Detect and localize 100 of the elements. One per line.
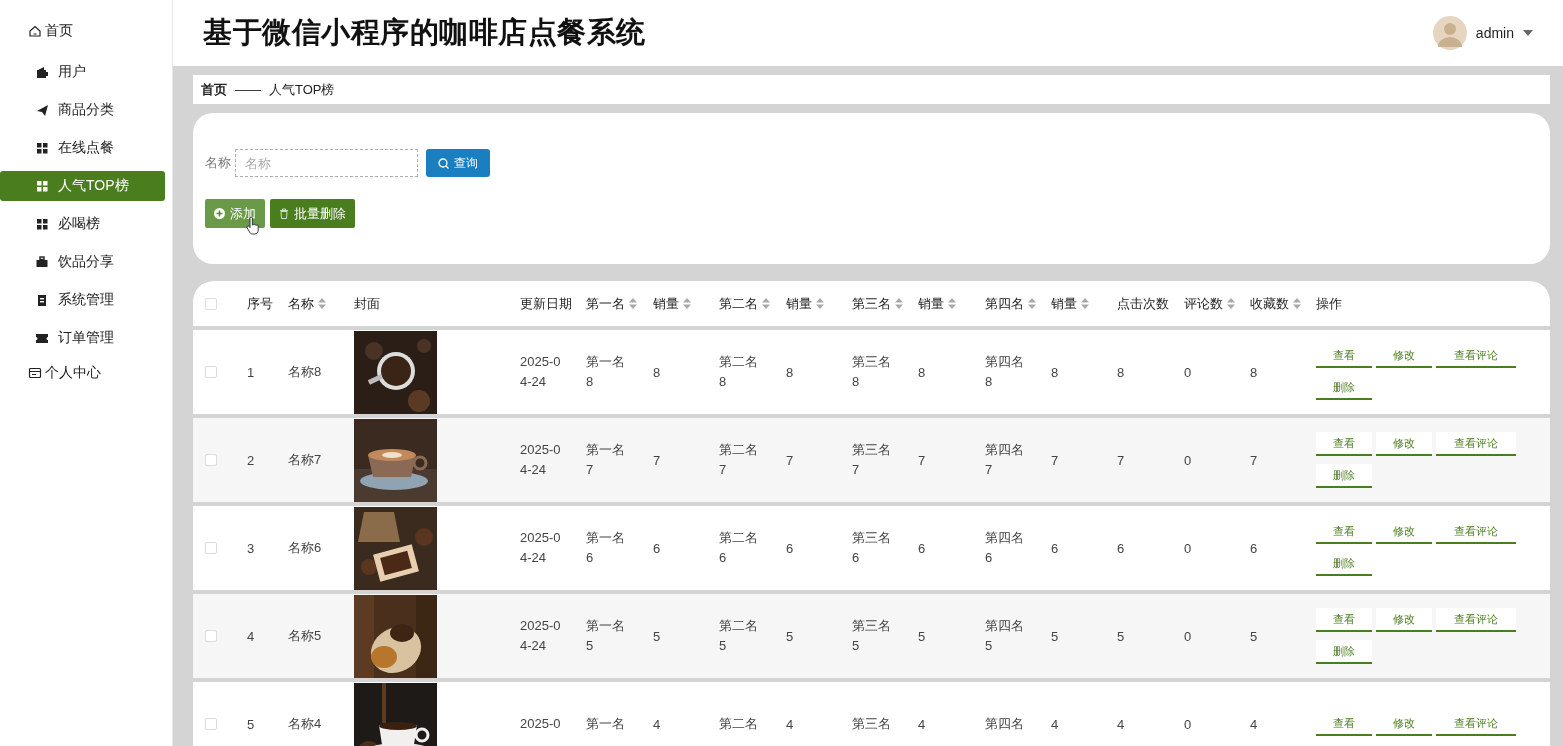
table-cell: 名称8 <box>288 363 322 381</box>
table-cell-text: 第二名 <box>719 715 759 733</box>
column-header[interactable]: 收藏数 <box>1250 294 1301 313</box>
table-cell: 0 <box>1184 716 1192 732</box>
table-cell: 5 <box>786 628 794 644</box>
sort-icon <box>1293 298 1301 309</box>
table-cell: 6 <box>653 540 661 556</box>
table-cell-text: 2025-0 <box>520 715 562 733</box>
sidebar-item[interactable]: 首页 <box>0 19 172 43</box>
ticket-icon <box>36 331 48 345</box>
view-comments-button[interactable]: 查看评论 <box>1436 608 1516 632</box>
table-cell-text: 第四名 <box>985 715 1025 733</box>
table-cell-text: 第三名5 <box>852 617 892 655</box>
grid-icon <box>36 179 48 193</box>
table-cell: 6 <box>1051 540 1059 556</box>
column-header: 点击次数 <box>1117 294 1169 313</box>
table-cell: 名称5 <box>288 627 322 645</box>
table-cell-text: 第二名7 <box>719 441 759 479</box>
sidebar-item[interactable]: 个人中心 <box>0 361 172 385</box>
table-cell: 7 <box>1250 452 1258 468</box>
table-cell: 4 <box>653 716 661 732</box>
table-cell-text: 第一名 <box>586 715 626 733</box>
hand-cursor-icon <box>246 217 260 235</box>
sidebar-item[interactable]: 商品分类 <box>0 95 165 125</box>
table-cell: 4 <box>918 716 926 732</box>
column-header[interactable]: 销量 <box>786 294 824 313</box>
table-cell: 4 <box>1051 716 1059 732</box>
table-cell-text: 第一名5 <box>586 617 626 655</box>
table-cell: 7 <box>1051 452 1059 468</box>
table-cell: 6 <box>1250 540 1258 556</box>
table-cell-text: 第三名7 <box>852 441 892 479</box>
edit-button[interactable]: 修改 <box>1376 432 1432 456</box>
row-checkbox[interactable] <box>205 542 217 554</box>
column-header[interactable]: 第二名 <box>719 294 770 313</box>
table-cell: 5 <box>1051 628 1059 644</box>
select-all-checkbox[interactable] <box>205 297 217 310</box>
column-header[interactable]: 第四名 <box>985 294 1036 313</box>
table-cell: 5 <box>653 628 661 644</box>
grid-icon <box>36 217 48 231</box>
view-comments-button[interactable]: 查看评论 <box>1436 432 1516 456</box>
view-button[interactable]: 查看 <box>1316 608 1372 632</box>
column-header[interactable]: 销量 <box>1051 294 1089 313</box>
table-cell: 8 <box>1250 364 1258 380</box>
sort-icon <box>1081 298 1089 309</box>
column-header[interactable]: 销量 <box>653 294 691 313</box>
page-title: 基于微信小程序的咖啡店点餐系统 <box>203 15 647 50</box>
row-checkbox[interactable] <box>205 366 217 378</box>
table-cell-text: 第二名5 <box>719 617 759 655</box>
table-cell: 7 <box>653 452 661 468</box>
column-header[interactable]: 名称 <box>288 294 326 313</box>
sidebar-item[interactable]: 在线点餐 <box>0 133 165 163</box>
table-cell-text: 第四名5 <box>985 617 1025 655</box>
column-header[interactable]: 销量 <box>918 294 956 313</box>
avatar-icon <box>1432 16 1467 50</box>
table-cell-text: 第四名6 <box>985 529 1025 567</box>
column-header[interactable]: 第三名 <box>852 294 903 313</box>
sidebar-item[interactable]: 用户 <box>0 57 165 87</box>
table-cell: 5 <box>247 716 255 732</box>
sidebar-item[interactable]: 必喝榜 <box>0 209 165 239</box>
table-cell-text: 第一名8 <box>586 353 626 391</box>
column-header[interactable]: 第一名 <box>586 294 637 313</box>
table-cell-text: 2025-04-24 <box>520 441 562 479</box>
clipboard-icon <box>36 293 48 307</box>
plus-circle-icon <box>214 208 225 219</box>
search-field[interactable]: 名称 <box>235 149 418 177</box>
column-header: 操作 <box>1316 294 1342 313</box>
paper-plane-icon <box>36 103 48 117</box>
row-checkbox[interactable] <box>205 630 217 642</box>
sidebar-item[interactable]: 系统管理 <box>0 285 165 315</box>
breadcrumb-separator: —— <box>235 82 261 97</box>
table-cell-text: 第一名6 <box>586 529 626 567</box>
table-cell: 8 <box>1051 364 1059 380</box>
row-checkbox[interactable] <box>205 454 217 466</box>
table-cell: 名称7 <box>288 451 322 469</box>
table-cell-text: 第三名 <box>852 715 892 733</box>
table-cell: 3 <box>247 540 255 556</box>
table-cell: 7 <box>1117 452 1125 468</box>
sidebar-item[interactable]: 饮品分享 <box>0 247 165 277</box>
trash-icon <box>279 208 289 219</box>
delete-button[interactable]: 删除 <box>1316 464 1372 488</box>
view-button[interactable]: 查看 <box>1316 432 1372 456</box>
table-cell: 1 <box>247 364 255 380</box>
table-cell-text: 第二名8 <box>719 353 759 391</box>
search-icon <box>438 157 449 169</box>
sidebar-item[interactable]: 订单管理 <box>0 323 165 353</box>
breadcrumb-item[interactable]: 首页 <box>201 80 227 99</box>
add-button[interactable]: 添加 <box>205 199 265 228</box>
column-header[interactable]: 评论数 <box>1184 294 1235 313</box>
search-button[interactable]: 查询 <box>426 149 490 177</box>
edit-button[interactable]: 修改 <box>1376 608 1432 632</box>
row-checkbox[interactable] <box>205 718 217 730</box>
sidebar-item[interactable]: 人气TOP榜 <box>0 171 165 201</box>
sort-icon <box>948 298 956 309</box>
batch-delete-button[interactable]: 批量删除 <box>270 199 355 228</box>
table-cell-text: 第一名7 <box>586 441 626 479</box>
user-name[interactable]: admin <box>1475 25 1514 41</box>
table-cell: 4 <box>1250 716 1258 732</box>
column-header: 封面 <box>354 294 380 313</box>
table-cell-text: 第二名6 <box>719 529 759 567</box>
delete-button[interactable]: 删除 <box>1316 640 1372 664</box>
